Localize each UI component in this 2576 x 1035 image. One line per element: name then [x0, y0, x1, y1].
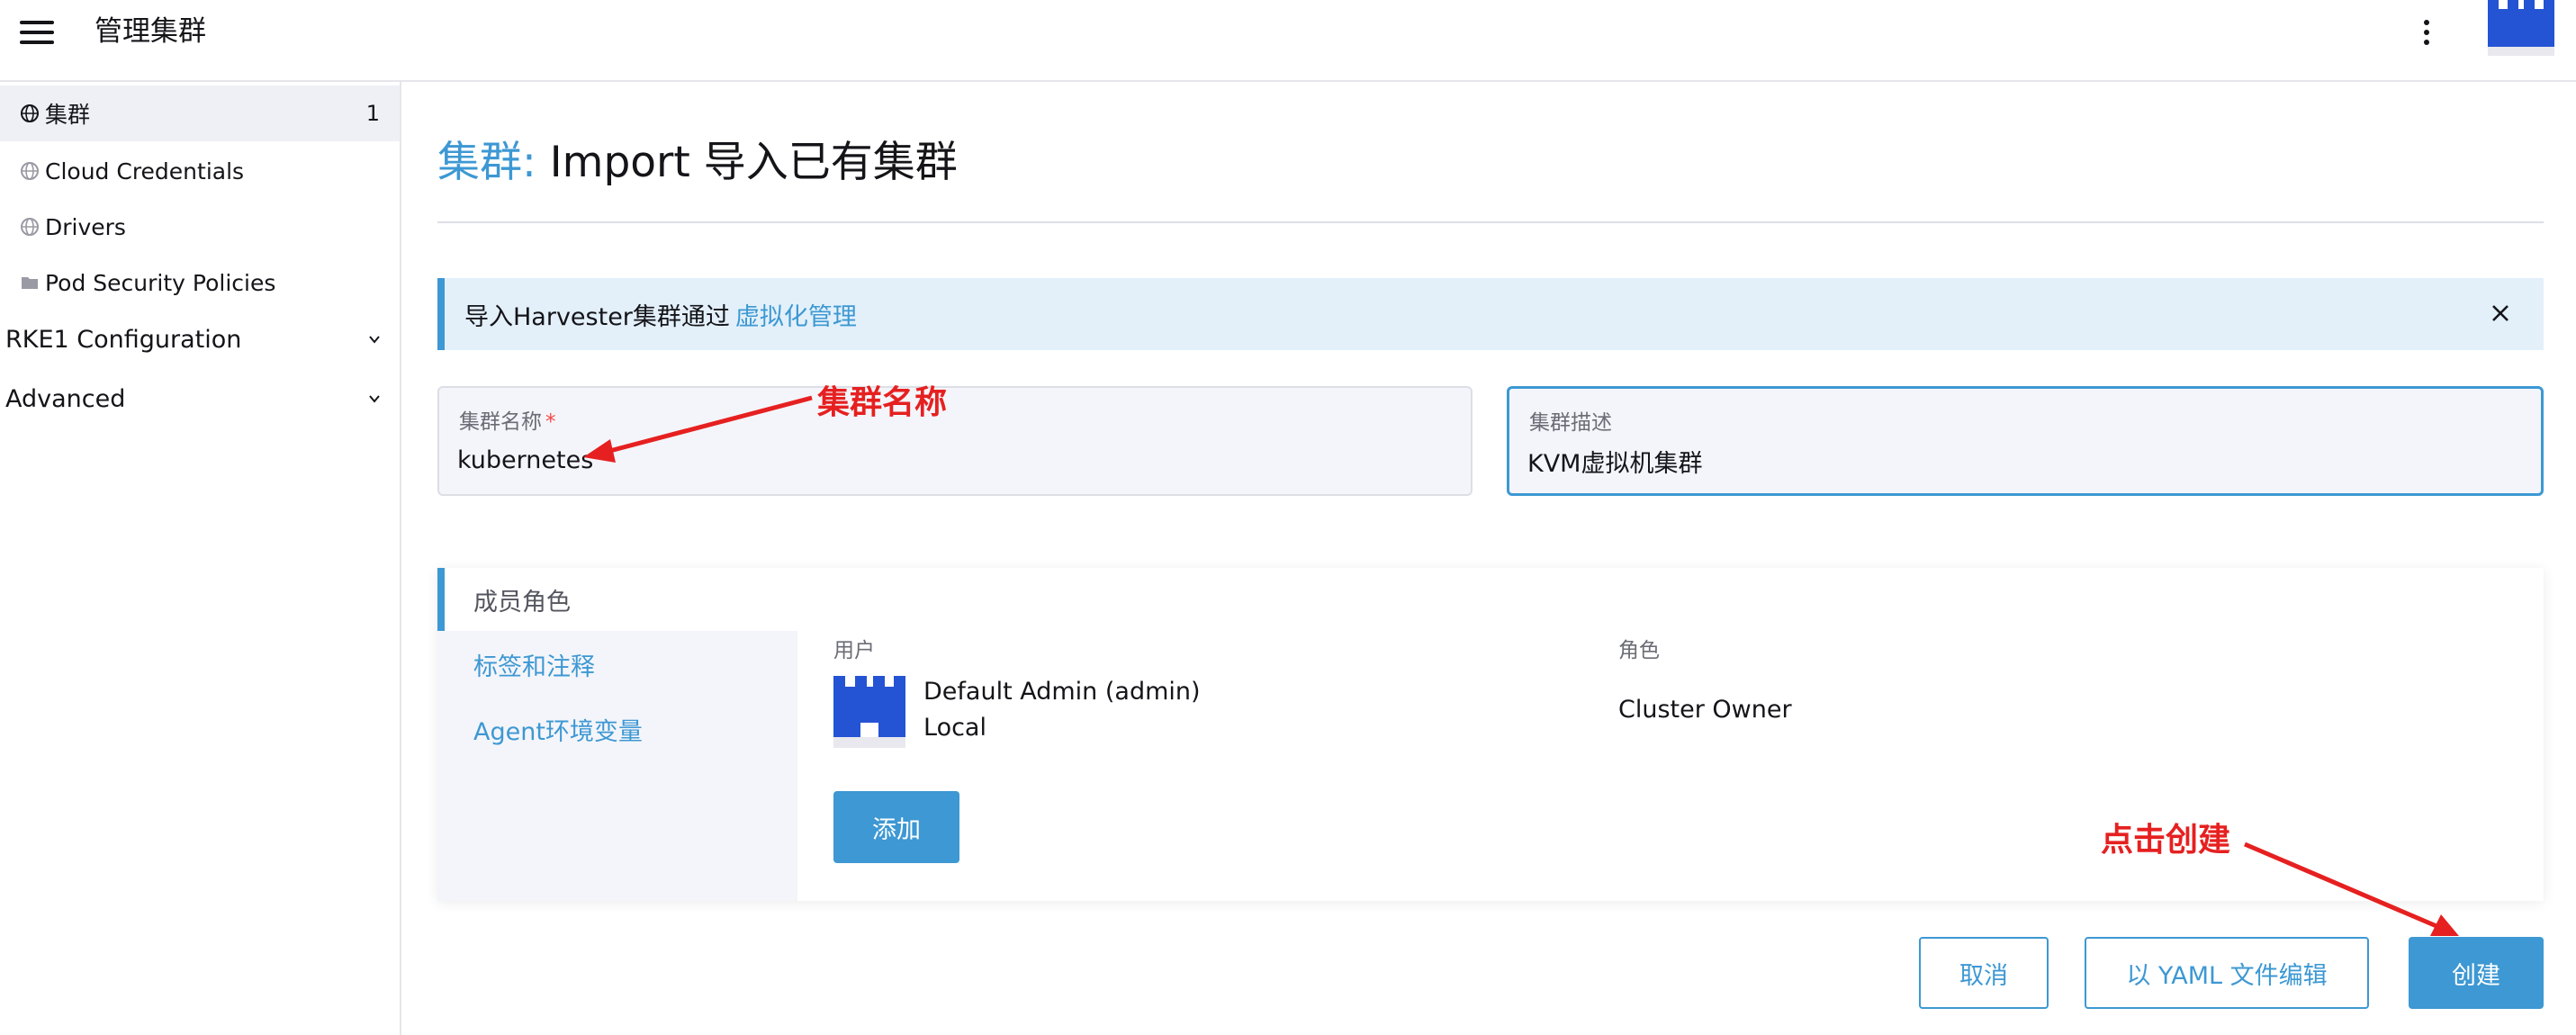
role-column-header: 角色: [1618, 639, 1660, 662]
sidebar-item-drivers[interactable]: Drivers: [0, 199, 400, 255]
cluster-name-input[interactable]: [457, 440, 1429, 480]
close-icon[interactable]: [2488, 301, 2513, 326]
tab-labels-annotations[interactable]: 标签和注释: [437, 633, 797, 696]
page-title-text: Import 导入已有集群: [549, 138, 958, 187]
sidebar-item-label: 集群: [45, 102, 91, 128]
add-member-button[interactable]: 添加: [833, 791, 959, 863]
sidebar-group-label: Advanced: [5, 384, 126, 413]
cluster-description-label: 集群描述: [1529, 411, 1612, 435]
breadcrumb-clusters[interactable]: 集群:: [437, 138, 536, 187]
hamburger-menu-icon[interactable]: [20, 19, 56, 46]
sidebar-group-rke1-configuration[interactable]: RKE1 Configuration: [0, 312, 400, 366]
chevron-down-icon: [369, 395, 380, 403]
kebab-menu-icon[interactable]: [2416, 16, 2437, 49]
cluster-description-field[interactable]: 集群描述: [1507, 386, 2544, 496]
create-button[interactable]: 创建: [2409, 937, 2544, 1009]
top-header: 管理集群: [0, 0, 2576, 82]
edit-as-yaml-button[interactable]: 以 YAML 文件编辑: [2085, 937, 2369, 1009]
annotation-click-create: 点击创建: [2101, 822, 2231, 859]
globe-icon: [21, 218, 39, 236]
sidebar-item-label: Pod Security Policies: [45, 269, 276, 296]
app-title: 管理集群: [95, 15, 206, 48]
user-avatar-icon[interactable]: [2488, 0, 2554, 56]
required-mark: *: [545, 410, 556, 434]
member-name: Default Admin (admin): [923, 678, 1201, 706]
main-content: 集群: Import 导入已有集群 导入Harvester集群通过 虚拟化管理 …: [401, 82, 2576, 1035]
sidebar-item-label: Cloud Credentials: [45, 158, 245, 184]
globe-icon: [21, 104, 39, 122]
sidebar-group-label: RKE1 Configuration: [5, 325, 242, 354]
sidebar-item-clusters[interactable]: 集群 1: [0, 86, 400, 141]
sidebar-item-count: 1: [365, 101, 380, 126]
tab-agent-env-vars[interactable]: Agent环境变量: [437, 698, 797, 760]
member-provider: Local: [923, 714, 986, 742]
cluster-name-field[interactable]: 集群名称 *: [437, 386, 1473, 496]
cancel-button[interactable]: 取消: [1919, 937, 2049, 1009]
sidebar-item-label: Drivers: [45, 213, 126, 240]
globe-icon: [21, 162, 39, 180]
sidebar-item-pod-security-policies[interactable]: Pod Security Policies: [0, 255, 400, 310]
folder-icon: [22, 277, 38, 289]
banner-link[interactable]: 虚拟化管理: [735, 297, 857, 332]
info-banner: 导入Harvester集群通过 虚拟化管理: [437, 278, 2544, 350]
cluster-description-input[interactable]: [1527, 441, 2499, 481]
member-role: Cluster Owner: [1618, 696, 1792, 724]
annotation-cluster-name: 集群名称: [817, 384, 948, 421]
sidebar-item-cloud-credentials[interactable]: Cloud Credentials: [0, 143, 400, 199]
page-title: 集群: Import 导入已有集群: [437, 136, 958, 190]
sidebar-group-advanced[interactable]: Advanced: [0, 372, 400, 426]
title-divider: [437, 221, 2544, 223]
chevron-down-icon: [369, 336, 380, 344]
tab-list: 成员角色 标签和注释 Agent环境变量: [437, 568, 797, 901]
tab-member-roles[interactable]: 成员角色: [437, 568, 797, 631]
member-roles-panel: 用户 角色 Default Admin (admin) Local Cluste…: [797, 568, 2544, 901]
member-avatar-icon: [833, 676, 905, 748]
sidebar: 集群 1 Cloud Credentials Drivers Pod Secur…: [0, 82, 401, 1035]
banner-text: 导入Harvester集群通过: [464, 302, 730, 331]
user-column-header: 用户: [833, 639, 875, 662]
cluster-name-label: 集群名称 *: [459, 410, 556, 434]
